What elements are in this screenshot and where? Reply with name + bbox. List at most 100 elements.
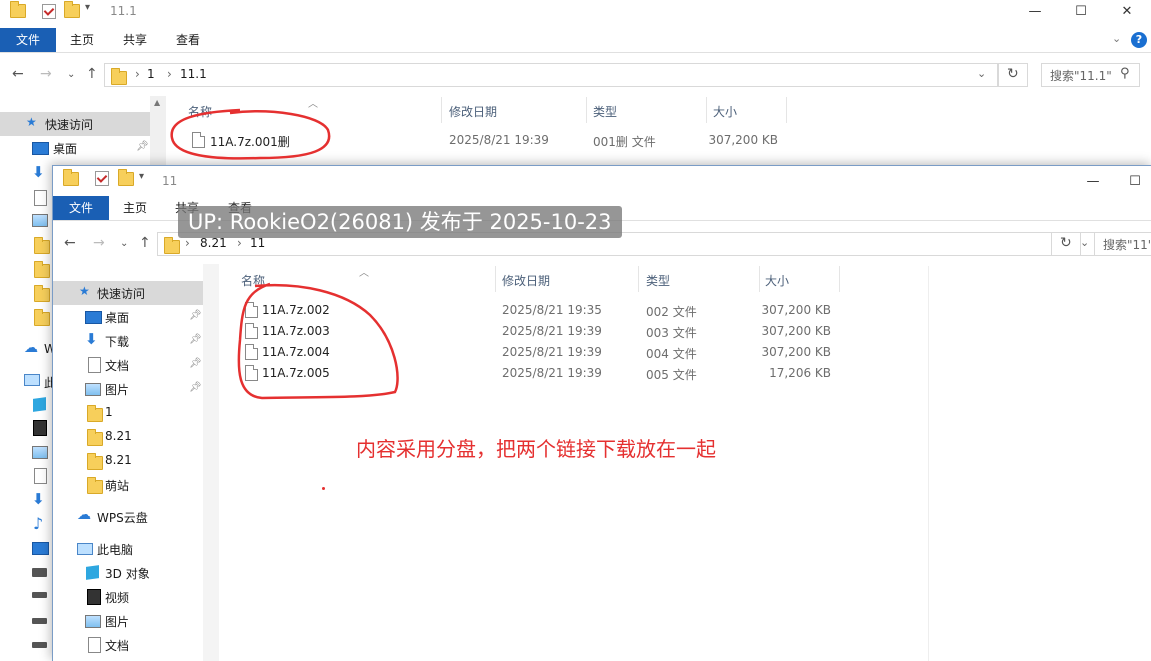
customize-toolbar-icon[interactable]: ▾ bbox=[139, 171, 144, 182]
column-date[interactable]: 修改日期 bbox=[502, 272, 550, 289]
desktop-icon[interactable] bbox=[32, 542, 49, 555]
pin-icon[interactable]: 📌︎ bbox=[189, 382, 202, 393]
drive-icon[interactable] bbox=[32, 592, 47, 598]
document-icon[interactable] bbox=[34, 190, 47, 206]
column-divider[interactable] bbox=[638, 266, 639, 292]
drive-icon[interactable] bbox=[32, 642, 47, 648]
pin-icon[interactable]: 📌︎ bbox=[189, 310, 202, 321]
tab-view[interactable]: 查看 bbox=[168, 28, 208, 52]
customize-toolbar-icon[interactable]: ▾ bbox=[85, 2, 90, 13]
drive-icon[interactable] bbox=[32, 568, 47, 577]
cloud-icon[interactable]: ☁ bbox=[24, 340, 40, 356]
address-bar[interactable]: › 1 › 11.1 ⌄ bbox=[104, 63, 998, 87]
picture-icon[interactable] bbox=[32, 214, 48, 227]
drive-icon[interactable] bbox=[32, 618, 47, 624]
sidebar-item[interactable]: ⬇ 下载 📌︎ bbox=[53, 329, 203, 353]
column-divider[interactable] bbox=[839, 266, 840, 292]
sidebar-item[interactable]: 8.21 bbox=[53, 425, 203, 449]
sidebar-item[interactable]: 桌面 📌︎ bbox=[53, 305, 203, 329]
folder-icon[interactable] bbox=[34, 237, 50, 257]
help-icon[interactable]: ? bbox=[1131, 32, 1147, 48]
column-date[interactable]: 修改日期 bbox=[449, 103, 497, 120]
column-divider[interactable] bbox=[706, 97, 707, 123]
video-icon[interactable] bbox=[33, 420, 47, 436]
pin-icon[interactable]: 📌︎ bbox=[189, 334, 202, 345]
tab-file[interactable]: 文件 bbox=[53, 196, 109, 220]
address-dropdown-icon[interactable]: ⌄ bbox=[1080, 236, 1089, 249]
up-arrow-icon[interactable]: ↑ bbox=[139, 235, 151, 251]
column-type[interactable]: 类型 bbox=[593, 103, 617, 120]
sidebar-item[interactable]: 文档 bbox=[53, 633, 203, 657]
file-row[interactable]: 11A.7z.002 2025/8/21 19:35 002 文件 307,200 K… bbox=[219, 300, 919, 321]
sidebar-item[interactable]: 3D 对象 bbox=[53, 561, 203, 585]
recent-locations-icon[interactable]: ⌄ bbox=[67, 69, 75, 80]
column-divider[interactable] bbox=[441, 97, 442, 123]
file-row[interactable]: 11A.7z.001删 2025/8/21 19:39 001删 文件 307,… bbox=[166, 130, 1151, 151]
breadcrumb-item[interactable]: 1 bbox=[147, 67, 155, 81]
sidebar-item[interactable]: 图片 📌︎ bbox=[53, 377, 203, 401]
music-icon[interactable]: ♪ bbox=[33, 514, 43, 533]
folder-icon[interactable] bbox=[34, 261, 50, 281]
column-name[interactable]: 名称 bbox=[188, 103, 212, 120]
sidebar-item[interactable]: ★ 快速访问 bbox=[53, 281, 203, 305]
tab-share[interactable]: 共享 bbox=[115, 28, 155, 52]
recent-locations-icon[interactable]: ⌄ bbox=[120, 238, 128, 249]
download-icon[interactable]: ⬇ bbox=[32, 490, 48, 508]
sidebar-item-desktop[interactable]: 桌面 📌︎ bbox=[0, 136, 150, 160]
pin-icon[interactable]: 📌︎ bbox=[189, 358, 202, 369]
file-row[interactable]: 11A.7z.005 2025/8/21 19:39 005 文件 17,206 KB bbox=[219, 363, 919, 384]
pin-icon[interactable]: 📌︎ bbox=[136, 141, 149, 152]
back-arrow-icon[interactable]: ← bbox=[64, 235, 76, 251]
ribbon-expand-icon[interactable]: ⌄ bbox=[1112, 32, 1121, 45]
file-row[interactable]: 11A.7z.004 2025/8/21 19:39 004 文件 307,200 K… bbox=[219, 342, 919, 363]
breadcrumb-item[interactable]: 11 bbox=[250, 236, 265, 250]
new-folder-icon[interactable] bbox=[118, 169, 134, 189]
column-name[interactable]: 名称 bbox=[241, 272, 265, 289]
search-input[interactable]: 搜索"11.1" ⚲ bbox=[1041, 63, 1140, 87]
close-button[interactable]: ✕ bbox=[1104, 0, 1150, 24]
sidebar-item[interactable]: 此电脑 bbox=[53, 537, 203, 561]
folder-icon[interactable] bbox=[34, 309, 50, 329]
breadcrumb-item[interactable]: 8.21 bbox=[200, 236, 227, 250]
pc-icon[interactable] bbox=[24, 374, 40, 386]
breadcrumb-item[interactable]: 11.1 bbox=[180, 67, 207, 81]
back-arrow-icon[interactable]: ← bbox=[12, 66, 24, 82]
tab-file[interactable]: 文件 bbox=[0, 28, 56, 52]
column-size[interactable]: 大小 bbox=[765, 272, 789, 289]
column-type[interactable]: 类型 bbox=[646, 272, 670, 289]
properties-icon[interactable] bbox=[42, 4, 56, 22]
maximize-button[interactable]: ☐ bbox=[1112, 170, 1151, 194]
up-arrow-icon[interactable]: ↑ bbox=[86, 66, 98, 82]
document-icon[interactable] bbox=[34, 468, 47, 484]
address-dropdown-icon[interactable]: ⌄ bbox=[977, 67, 986, 80]
scroll-up-icon[interactable]: ▲ bbox=[154, 98, 160, 107]
sidebar-item-quick-access[interactable]: ★ 快速访问 bbox=[0, 112, 150, 136]
tab-home[interactable]: 主页 bbox=[62, 28, 102, 52]
folder-icon[interactable] bbox=[34, 285, 50, 305]
download-icon[interactable]: ⬇ bbox=[32, 163, 48, 181]
sidebar-scrollbar[interactable] bbox=[203, 264, 219, 661]
sidebar-item[interactable]: 图片 bbox=[53, 609, 203, 633]
3d-objects-icon[interactable] bbox=[33, 397, 46, 412]
column-divider[interactable] bbox=[759, 266, 760, 292]
sidebar-item[interactable]: 萌站 bbox=[53, 473, 203, 497]
refresh-button[interactable]: ↻ bbox=[1051, 232, 1081, 256]
refresh-button[interactable]: ↻ bbox=[998, 63, 1028, 87]
properties-icon[interactable] bbox=[95, 171, 109, 189]
column-divider[interactable] bbox=[786, 97, 787, 123]
column-divider[interactable] bbox=[586, 97, 587, 123]
sidebar-item[interactable]: ☁ WPS云盘 bbox=[53, 505, 203, 529]
file-row[interactable]: 11A.7z.003 2025/8/21 19:39 003 文件 307,200 K… bbox=[219, 321, 919, 342]
minimize-button[interactable]: — bbox=[1070, 170, 1116, 194]
picture-icon[interactable] bbox=[32, 446, 48, 459]
sidebar-item[interactable]: 8.21 bbox=[53, 449, 203, 473]
search-input[interactable]: 搜索"11" bbox=[1094, 232, 1151, 256]
tab-home[interactable]: 主页 bbox=[115, 196, 155, 220]
new-folder-icon[interactable] bbox=[64, 1, 80, 21]
sidebar-item[interactable]: 1 bbox=[53, 401, 203, 425]
column-size[interactable]: 大小 bbox=[713, 103, 737, 120]
forward-arrow-icon[interactable]: → bbox=[93, 235, 105, 251]
sidebar-item[interactable]: 文档 📌︎ bbox=[53, 353, 203, 377]
minimize-button[interactable]: — bbox=[1012, 0, 1058, 24]
forward-arrow-icon[interactable]: → bbox=[40, 66, 52, 82]
